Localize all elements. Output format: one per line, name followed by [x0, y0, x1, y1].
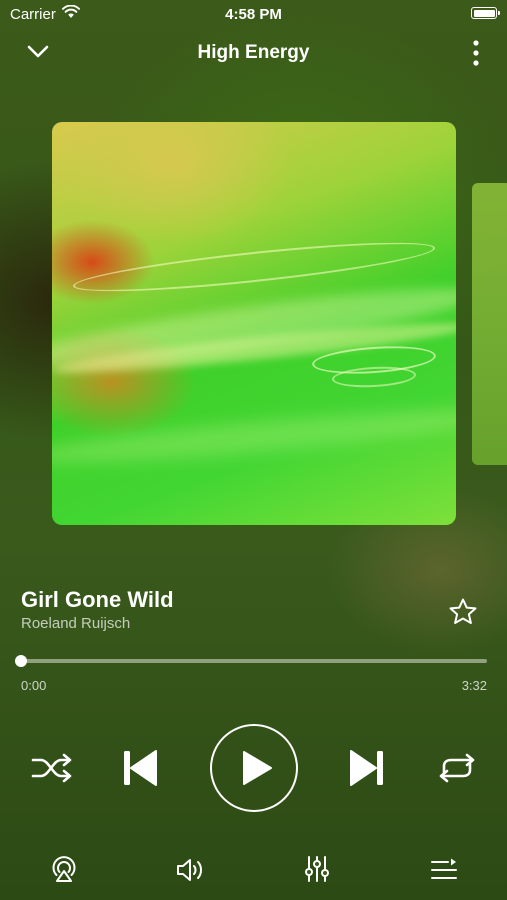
status-bar: Carrier 4:58 PM: [0, 0, 507, 28]
playlist-title: High Energy: [197, 42, 310, 63]
track-title: Girl Gone Wild: [21, 587, 174, 612]
skip-previous-icon[interactable]: [121, 748, 159, 788]
equalizer-icon[interactable]: [304, 855, 330, 883]
star-icon[interactable]: [448, 597, 478, 627]
clock: 4:58 PM: [225, 6, 282, 23]
elapsed-time: 0:00: [21, 678, 47, 693]
play-icon: [243, 751, 272, 785]
track-artist[interactable]: Roeland Ruijsch: [21, 615, 130, 632]
airplay-icon[interactable]: [50, 855, 78, 883]
top-bar: High Energy: [0, 36, 507, 70]
album-artwork[interactable]: [52, 122, 456, 525]
more-vertical-icon[interactable]: [471, 39, 481, 67]
next-artwork-preview[interactable]: [472, 183, 507, 465]
skip-next-icon[interactable]: [348, 748, 386, 788]
progress-bar[interactable]: [15, 655, 487, 667]
progress-thumb[interactable]: [15, 655, 27, 667]
total-duration: 3:32: [461, 678, 487, 693]
play-button[interactable]: [210, 724, 298, 812]
repeat-icon[interactable]: [436, 752, 478, 784]
shuffle-icon[interactable]: [31, 752, 73, 784]
battery-icon: [471, 7, 500, 19]
queue-icon[interactable]: [430, 857, 458, 883]
volume-icon[interactable]: [175, 856, 207, 884]
